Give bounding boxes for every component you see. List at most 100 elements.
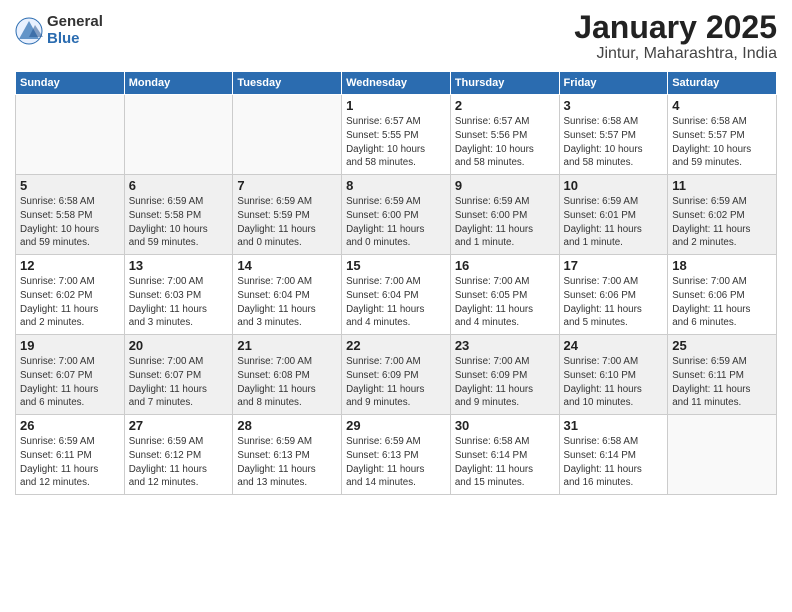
day-info: Sunrise: 6:58 AMSunset: 5:57 PMDaylight:… bbox=[672, 115, 772, 170]
calendar-header: General Blue January 2025 Jintur, Mahara… bbox=[15, 10, 777, 63]
logo-text: General Blue bbox=[47, 14, 103, 47]
calendar-container: General Blue January 2025 Jintur, Mahara… bbox=[0, 0, 792, 500]
table-cell: 10 Sunrise: 6:59 AMSunset: 6:01 PMDayligh… bbox=[559, 175, 668, 255]
day-number: 11 bbox=[672, 178, 772, 193]
day-number: 5 bbox=[20, 178, 120, 193]
table-cell: 8 Sunrise: 6:59 AMSunset: 6:00 PMDaylight… bbox=[342, 175, 451, 255]
day-info: Sunrise: 7:00 AMSunset: 6:09 PMDaylight:… bbox=[455, 355, 555, 410]
table-cell bbox=[16, 95, 125, 175]
day-number: 8 bbox=[346, 178, 446, 193]
day-number: 12 bbox=[20, 258, 120, 273]
header-sunday: Sunday bbox=[16, 72, 125, 95]
day-number: 13 bbox=[129, 258, 229, 273]
day-info: Sunrise: 6:59 AMSunset: 5:59 PMDaylight:… bbox=[237, 195, 337, 250]
day-info: Sunrise: 7:00 AMSunset: 6:05 PMDaylight:… bbox=[455, 275, 555, 330]
day-info: Sunrise: 7:00 AMSunset: 6:04 PMDaylight:… bbox=[346, 275, 446, 330]
day-number: 9 bbox=[455, 178, 555, 193]
day-number: 16 bbox=[455, 258, 555, 273]
day-number: 7 bbox=[237, 178, 337, 193]
day-number: 29 bbox=[346, 418, 446, 433]
day-info: Sunrise: 6:57 AMSunset: 5:55 PMDaylight:… bbox=[346, 115, 446, 170]
table-cell: 3Sunrise: 6:58 AMSunset: 5:57 PMDaylight… bbox=[559, 95, 668, 175]
table-cell bbox=[668, 415, 777, 495]
table-cell: 15 Sunrise: 7:00 AMSunset: 6:04 PMDayligh… bbox=[342, 255, 451, 335]
day-info: Sunrise: 6:58 AMSunset: 6:14 PMDaylight:… bbox=[564, 435, 664, 490]
table-cell: 17Sunrise: 7:00 AMSunset: 6:06 PMDayligh… bbox=[559, 255, 668, 335]
calendar-subtitle: Jintur, Maharashtra, India bbox=[574, 45, 777, 63]
table-cell bbox=[233, 95, 342, 175]
day-info: Sunrise: 6:59 AMSunset: 6:00 PMDaylight:… bbox=[346, 195, 446, 250]
table-cell: 24 Sunrise: 7:00 AMSunset: 6:10 PMDayligh… bbox=[559, 335, 668, 415]
table-cell: 23Sunrise: 7:00 AMSunset: 6:09 PMDayligh… bbox=[450, 335, 559, 415]
day-number: 25 bbox=[672, 338, 772, 353]
table-cell: 4 Sunrise: 6:58 AMSunset: 5:57 PMDaylight… bbox=[668, 95, 777, 175]
day-number: 15 bbox=[346, 258, 446, 273]
day-number: 28 bbox=[237, 418, 337, 433]
day-info: Sunrise: 6:59 AMSunset: 6:12 PMDaylight:… bbox=[129, 435, 229, 490]
table-cell: 11 Sunrise: 6:59 AMSunset: 6:02 PMDayligh… bbox=[668, 175, 777, 255]
day-number: 21 bbox=[237, 338, 337, 353]
day-info: Sunrise: 6:58 AMSunset: 5:58 PMDaylight:… bbox=[20, 195, 120, 250]
table-cell: 6Sunrise: 6:59 AMSunset: 5:58 PMDaylight… bbox=[124, 175, 233, 255]
day-info: Sunrise: 6:59 AMSunset: 6:00 PMDaylight:… bbox=[455, 195, 555, 250]
table-cell bbox=[124, 95, 233, 175]
day-number: 22 bbox=[346, 338, 446, 353]
day-info: Sunrise: 6:59 AMSunset: 6:11 PMDaylight:… bbox=[672, 355, 772, 410]
day-number: 20 bbox=[129, 338, 229, 353]
day-number: 26 bbox=[20, 418, 120, 433]
calendar-row: 12 Sunrise: 7:00 AMSunset: 6:02 PMDayligh… bbox=[16, 255, 777, 335]
day-info: Sunrise: 7:00 AMSunset: 6:09 PMDaylight:… bbox=[346, 355, 446, 410]
day-number: 4 bbox=[672, 98, 772, 113]
table-cell: 12 Sunrise: 7:00 AMSunset: 6:02 PMDayligh… bbox=[16, 255, 125, 335]
logo-general: General bbox=[47, 14, 103, 31]
header-tuesday: Tuesday bbox=[233, 72, 342, 95]
day-number: 10 bbox=[564, 178, 664, 193]
calendar-title: January 2025 bbox=[574, 10, 777, 45]
table-cell: 20 Sunrise: 7:00 AMSunset: 6:07 PMDayligh… bbox=[124, 335, 233, 415]
day-info: Sunrise: 7:00 AMSunset: 6:07 PMDaylight:… bbox=[129, 355, 229, 410]
table-cell: 30Sunrise: 6:58 AMSunset: 6:14 PMDayligh… bbox=[450, 415, 559, 495]
logo-blue: Blue bbox=[47, 31, 103, 48]
table-cell: 21 Sunrise: 7:00 AMSunset: 6:08 PMDayligh… bbox=[233, 335, 342, 415]
header-friday: Friday bbox=[559, 72, 668, 95]
table-cell: 27 Sunrise: 6:59 AMSunset: 6:12 PMDayligh… bbox=[124, 415, 233, 495]
day-info: Sunrise: 7:00 AMSunset: 6:08 PMDaylight:… bbox=[237, 355, 337, 410]
calendar-row: 26 Sunrise: 6:59 AMSunset: 6:11 PMDayligh… bbox=[16, 415, 777, 495]
header-saturday: Saturday bbox=[668, 72, 777, 95]
day-number: 2 bbox=[455, 98, 555, 113]
title-section: January 2025 Jintur, Maharashtra, India bbox=[574, 10, 777, 63]
calendar-row: 19Sunrise: 7:00 AMSunset: 6:07 PMDayligh… bbox=[16, 335, 777, 415]
day-info: Sunrise: 7:00 AMSunset: 6:10 PMDaylight:… bbox=[564, 355, 664, 410]
calendar-row: 5 Sunrise: 6:58 AMSunset: 5:58 PMDaylight… bbox=[16, 175, 777, 255]
day-info: Sunrise: 6:59 AMSunset: 6:01 PMDaylight:… bbox=[564, 195, 664, 250]
day-info: Sunrise: 7:00 AMSunset: 6:04 PMDaylight:… bbox=[237, 275, 337, 330]
logo-icon bbox=[15, 17, 43, 45]
table-cell: 13Sunrise: 7:00 AMSunset: 6:03 PMDayligh… bbox=[124, 255, 233, 335]
day-number: 30 bbox=[455, 418, 555, 433]
day-info: Sunrise: 6:59 AMSunset: 6:13 PMDaylight:… bbox=[346, 435, 446, 490]
table-cell: 5 Sunrise: 6:58 AMSunset: 5:58 PMDaylight… bbox=[16, 175, 125, 255]
day-number: 14 bbox=[237, 258, 337, 273]
table-cell: 9 Sunrise: 6:59 AMSunset: 6:00 PMDaylight… bbox=[450, 175, 559, 255]
day-number: 17 bbox=[564, 258, 664, 273]
day-number: 31 bbox=[564, 418, 664, 433]
day-info: Sunrise: 6:59 AMSunset: 6:02 PMDaylight:… bbox=[672, 195, 772, 250]
day-info: Sunrise: 6:59 AMSunset: 5:58 PMDaylight:… bbox=[129, 195, 229, 250]
day-info: Sunrise: 7:00 AMSunset: 6:07 PMDaylight:… bbox=[20, 355, 120, 410]
table-cell: 26 Sunrise: 6:59 AMSunset: 6:11 PMDayligh… bbox=[16, 415, 125, 495]
day-number: 27 bbox=[129, 418, 229, 433]
day-info: Sunrise: 6:59 AMSunset: 6:11 PMDaylight:… bbox=[20, 435, 120, 490]
day-number: 24 bbox=[564, 338, 664, 353]
day-info: Sunrise: 7:00 AMSunset: 6:06 PMDaylight:… bbox=[672, 275, 772, 330]
table-cell: 2Sunrise: 6:57 AMSunset: 5:56 PMDaylight… bbox=[450, 95, 559, 175]
table-cell: 1 Sunrise: 6:57 AMSunset: 5:55 PMDaylight… bbox=[342, 95, 451, 175]
table-cell: 14 Sunrise: 7:00 AMSunset: 6:04 PMDayligh… bbox=[233, 255, 342, 335]
weekday-header-row: Sunday Monday Tuesday Wednesday Thursday… bbox=[16, 72, 777, 95]
table-cell: 29 Sunrise: 6:59 AMSunset: 6:13 PMDayligh… bbox=[342, 415, 451, 495]
day-number: 3 bbox=[564, 98, 664, 113]
day-number: 1 bbox=[346, 98, 446, 113]
table-cell: 22 Sunrise: 7:00 AMSunset: 6:09 PMDayligh… bbox=[342, 335, 451, 415]
table-cell: 28 Sunrise: 6:59 AMSunset: 6:13 PMDayligh… bbox=[233, 415, 342, 495]
day-info: Sunrise: 7:00 AMSunset: 6:02 PMDaylight:… bbox=[20, 275, 120, 330]
day-info: Sunrise: 6:59 AMSunset: 6:13 PMDaylight:… bbox=[237, 435, 337, 490]
